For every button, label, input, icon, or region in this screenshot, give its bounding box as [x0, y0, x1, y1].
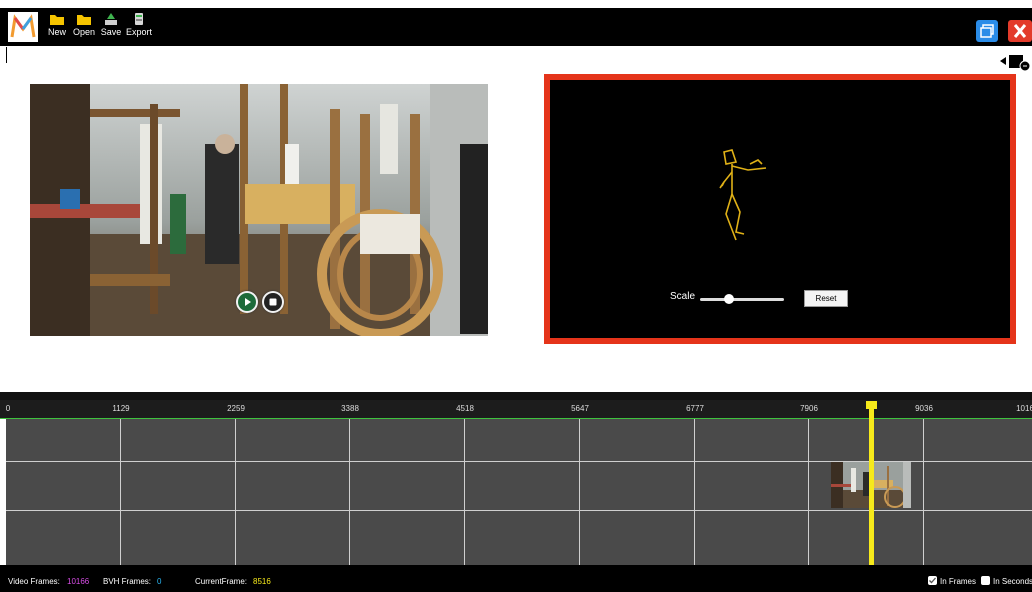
close-window-icon — [1013, 24, 1027, 38]
status-bar: Video Frames: 10166 BVH Frames: 0 Curren… — [0, 565, 1032, 592]
camera-icon[interactable] — [1000, 50, 1032, 72]
bvh-viewer[interactable]: Scale Reset — [550, 80, 1010, 338]
new-label: New — [47, 27, 66, 37]
new-folder-icon — [50, 15, 64, 25]
scale-label: Scale — [670, 291, 696, 302]
text-cursor — [6, 47, 7, 63]
in-frames-label: In Frames — [940, 577, 977, 586]
grid-line — [464, 419, 465, 565]
export-label: Export — [125, 27, 152, 37]
reset-button[interactable]: Reset — [804, 290, 848, 307]
play-button[interactable] — [236, 291, 258, 313]
scale-slider[interactable] — [700, 298, 784, 301]
timeline-tracks[interactable] — [6, 419, 1032, 565]
in-seconds-label: In Seconds — [993, 577, 1032, 586]
toolbar: New Open Save Export — [0, 8, 1032, 46]
scale-slider-knob[interactable] — [724, 294, 734, 304]
grid-line — [235, 419, 236, 565]
play-icon — [238, 293, 256, 311]
tick-label: 0 — [5, 404, 11, 413]
save-label: Save — [100, 27, 122, 37]
grid-line — [923, 419, 924, 565]
tick-label: 9036 — [915, 404, 933, 413]
track-divider — [6, 510, 1032, 511]
in-seconds-checkbox[interactable] — [981, 576, 990, 585]
bvh-viewer-frame: Scale Reset — [544, 74, 1016, 344]
grid-line — [694, 419, 695, 565]
restore-window-icon — [980, 24, 994, 38]
video-preview[interactable] — [30, 84, 488, 336]
stop-button[interactable] — [262, 291, 284, 313]
playhead-handle[interactable] — [866, 401, 877, 409]
export-icon — [135, 13, 143, 25]
top-strip — [0, 0, 1032, 8]
tick-label: 3388 — [341, 404, 359, 413]
timeline-ruler[interactable]: 0 1129 2259 3388 4518 5647 6777 7906 903… — [0, 400, 1032, 418]
playhead[interactable] — [869, 401, 874, 565]
tick-label: 7906 — [800, 404, 818, 413]
close-window-button[interactable] — [1008, 20, 1032, 42]
timeline-separator — [0, 392, 1032, 400]
open-folder-icon — [77, 15, 91, 25]
save-button[interactable]: Save — [100, 10, 122, 44]
bvh-frames-label: BVH Frames: — [103, 577, 152, 586]
restore-window-button[interactable] — [976, 20, 998, 42]
video-frames-value: 10166 — [67, 577, 90, 586]
tick-label: 4518 — [456, 404, 474, 413]
save-icon — [105, 13, 117, 25]
in-frames-checkbox[interactable] — [928, 576, 937, 585]
grid-line — [579, 419, 580, 565]
tick-label: 1016 — [1016, 404, 1032, 413]
grid-line — [808, 419, 809, 565]
bvh-frames-value: 0 — [157, 577, 162, 586]
weaving-workshop-image — [30, 84, 488, 336]
current-frame-label: CurrentFrame: — [195, 577, 248, 586]
checkmark-icon — [929, 577, 936, 584]
skeleton-figure — [719, 149, 767, 241]
tick-label: 5647 — [571, 404, 589, 413]
tick-label: 1129 — [112, 404, 130, 413]
grid-line — [120, 419, 121, 565]
new-button[interactable]: New — [46, 10, 68, 44]
video-frames-label: Video Frames: — [8, 577, 60, 586]
tick-label: 2259 — [227, 404, 245, 413]
grid-line — [349, 419, 350, 565]
stop-icon — [264, 293, 282, 311]
app-logo-icon[interactable] — [8, 12, 38, 42]
open-button[interactable]: Open — [72, 10, 96, 44]
export-button[interactable]: Export — [124, 10, 154, 44]
current-frame-value: 8516 — [253, 577, 271, 586]
tick-label: 6777 — [686, 404, 704, 413]
open-label: Open — [72, 27, 96, 37]
